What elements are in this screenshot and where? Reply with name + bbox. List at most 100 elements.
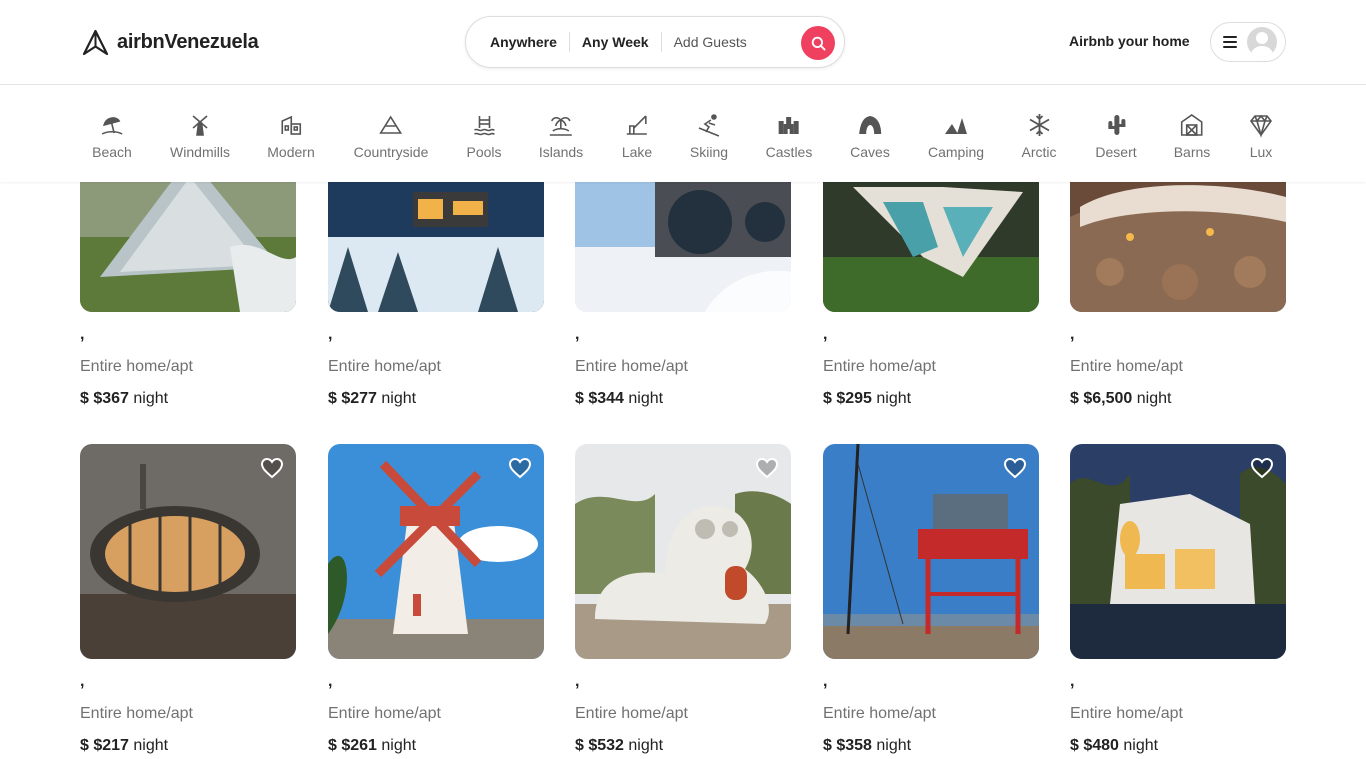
category-label: Countryside	[353, 144, 429, 160]
search-button[interactable]	[801, 26, 835, 60]
listing-price: $ $344 night	[575, 390, 664, 407]
listing-title: ,	[823, 326, 828, 343]
listing-photo[interactable]	[80, 444, 296, 659]
cactus-icon	[1107, 115, 1125, 135]
category-beach[interactable]: Beach	[92, 112, 132, 160]
category-lux[interactable]: Lux	[1248, 112, 1274, 160]
listing-type: Entire home/apt	[823, 358, 936, 375]
search-bar[interactable]: Anywhere Any Week Add Guests	[465, 16, 845, 68]
listing-price: $ $480 night	[1070, 737, 1159, 754]
listing-title: ,	[575, 326, 580, 343]
category-caves[interactable]: Caves	[850, 112, 890, 160]
listing-type: Entire home/apt	[823, 705, 936, 722]
logo[interactable]: airbnVenezuela	[82, 27, 259, 57]
heart-icon[interactable]	[508, 456, 532, 480]
listing-price: $ $277 night	[328, 390, 417, 407]
listing-card[interactable]: , Entire home/apt $ $261 night	[328, 444, 544, 754]
windmill-icon	[192, 115, 208, 136]
countryside-icon	[379, 115, 403, 134]
beach-icon	[101, 117, 123, 135]
category-label: Lux	[1249, 144, 1273, 160]
island-icon	[549, 116, 572, 136]
host-home-link[interactable]: Airbnb your home	[1069, 33, 1190, 49]
diamond-icon	[1249, 114, 1273, 138]
category-label: Beach	[92, 144, 132, 160]
avatar	[1247, 27, 1277, 57]
heart-icon[interactable]	[260, 456, 284, 480]
listing-price: $ $217 night	[80, 737, 169, 754]
search-dates[interactable]: Any Week	[570, 34, 661, 50]
search-icon	[811, 36, 826, 51]
heart-icon[interactable]	[1003, 456, 1027, 480]
listing-type: Entire home/apt	[1070, 358, 1183, 375]
listing-title: ,	[575, 673, 580, 690]
listing-type: Entire home/apt	[328, 358, 441, 375]
listing-title: ,	[328, 326, 333, 343]
category-label: Desert	[1095, 144, 1137, 160]
listing-price: $ $367 night	[80, 390, 169, 407]
listing-price: $ $532 night	[575, 737, 664, 754]
listing-title: ,	[328, 673, 333, 690]
listing-photo[interactable]	[575, 444, 791, 659]
search-guests[interactable]: Add Guests	[662, 34, 759, 50]
category-arctic[interactable]: Arctic	[1022, 112, 1057, 160]
listing-type: Entire home/apt	[575, 358, 688, 375]
lake-icon	[626, 115, 647, 135]
category-desert[interactable]: Desert	[1095, 112, 1137, 160]
listing-price: $ $295 night	[823, 390, 912, 407]
category-castles[interactable]: Castles	[766, 112, 812, 160]
category-lake[interactable]: Lake	[622, 112, 652, 160]
listing-type: Entire home/apt	[575, 705, 688, 722]
category-bar: Beach Windmills Modern Countryside Pools…	[0, 85, 1366, 182]
listing-type: Entire home/apt	[328, 705, 441, 722]
castle-icon	[779, 117, 799, 134]
listing-card[interactable]: , Entire home/apt $ $358 night	[823, 444, 1039, 754]
category-label: Barns	[1173, 144, 1211, 160]
heart-icon[interactable]	[1250, 456, 1274, 480]
logo-text: airbnVenezuela	[117, 30, 259, 53]
category-pools[interactable]: Pools	[466, 112, 502, 160]
listing-photo[interactable]	[823, 444, 1039, 659]
category-countryside[interactable]: Countryside	[353, 112, 429, 160]
listing-title: ,	[80, 326, 85, 343]
heart-icon[interactable]	[755, 456, 779, 480]
listing-title: ,	[80, 673, 85, 690]
listing-title: ,	[1070, 326, 1075, 343]
hamburger-icon	[1223, 36, 1237, 48]
category-label: Camping	[927, 144, 985, 160]
listing-title: ,	[1070, 673, 1075, 690]
listing-type: Entire home/apt	[80, 358, 193, 375]
category-label: Pools	[466, 144, 502, 160]
listing-photo[interactable]	[1070, 444, 1286, 659]
listing-type: Entire home/apt	[1070, 705, 1183, 722]
category-camping[interactable]: Camping	[928, 112, 984, 160]
cave-icon	[859, 116, 881, 134]
listing-title: ,	[823, 673, 828, 690]
modern-house-icon	[281, 115, 301, 135]
user-menu-button[interactable]	[1210, 22, 1286, 62]
listing-card[interactable]: , Entire home/apt $ $480 night	[1070, 444, 1286, 754]
listing-price: $ $261 night	[328, 737, 417, 754]
category-barns[interactable]: Barns	[1173, 112, 1211, 160]
listing-card[interactable]: , Entire home/apt $ $532 night	[575, 444, 791, 754]
search-location[interactable]: Anywhere	[466, 34, 569, 50]
category-modern[interactable]: Modern	[267, 112, 315, 160]
category-islands[interactable]: Islands	[539, 112, 583, 160]
category-label: Arctic	[1021, 144, 1057, 160]
category-skiing[interactable]: Skiing	[690, 112, 728, 160]
category-label: Lake	[621, 144, 653, 160]
pool-icon	[473, 116, 495, 136]
category-label: Skiing	[689, 144, 729, 160]
listing-price: $ $358 night	[823, 737, 912, 754]
listing-photo[interactable]	[328, 444, 544, 659]
barn-icon	[1181, 114, 1203, 136]
logo-icon	[82, 29, 109, 55]
listing-price: $ $6,500 night	[1070, 390, 1172, 407]
listing-type: Entire home/apt	[80, 705, 193, 722]
category-windmills[interactable]: Windmills	[170, 112, 230, 160]
category-label: Modern	[267, 144, 315, 160]
category-label: Caves	[850, 144, 890, 160]
category-label: Windmills	[170, 144, 230, 160]
listing-card[interactable]: , Entire home/apt $ $217 night	[80, 444, 296, 754]
category-label: Islands	[538, 144, 584, 160]
